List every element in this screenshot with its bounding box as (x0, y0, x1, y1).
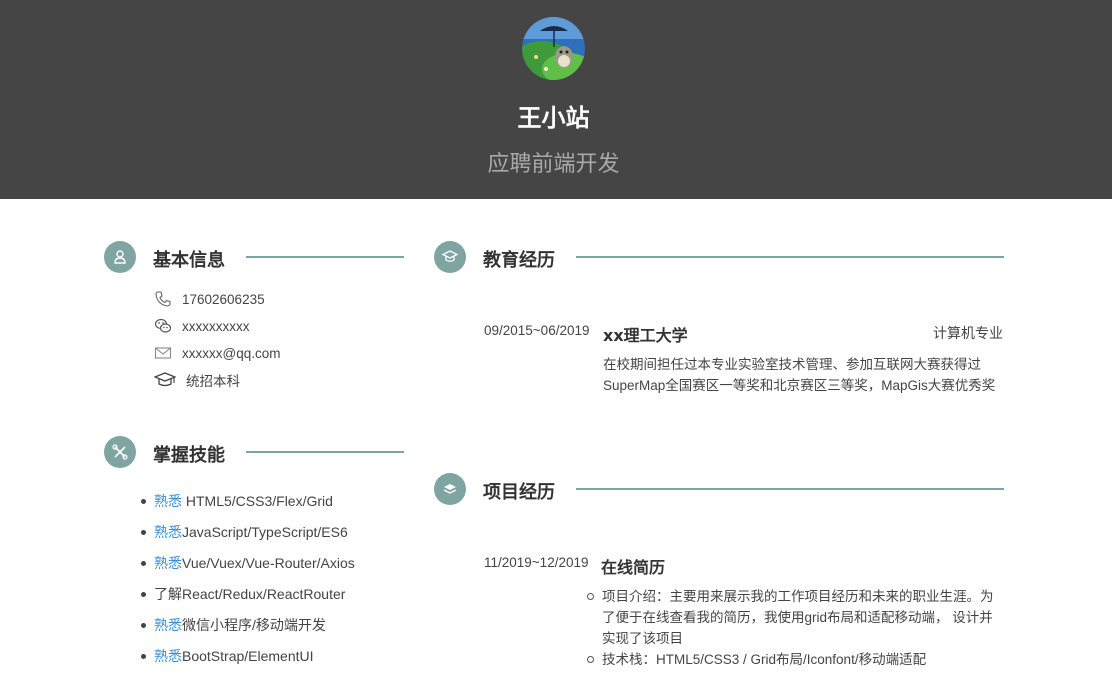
section-divider (246, 451, 404, 453)
user-icon (104, 241, 136, 273)
skill-level: 了解 (154, 586, 182, 602)
skill-item: 熟悉微信小程序/移动端开发 (138, 614, 355, 645)
skill-level: 熟悉 (154, 493, 182, 509)
skill-name: BootStrap/ElementUI (182, 648, 314, 664)
resume-header: 王小站 应聘前端开发 (0, 0, 1112, 199)
skill-name: 微信小程序/移动端开发 (182, 617, 326, 633)
layers-icon (434, 473, 466, 505)
graduation-cap-icon (434, 241, 466, 273)
project-point: 技术栈：HTML5/CSS3 / Grid布局/Iconfont/移动端适配 (587, 649, 1002, 670)
skill-name: HTML5/CSS3/Flex/Grid (182, 493, 333, 509)
section-title-education: 教育经历 (483, 250, 555, 271)
skill-level: 熟悉 (154, 648, 182, 664)
wechat-id: xxxxxxxxxx (182, 318, 250, 334)
phone-icon (154, 290, 172, 308)
project-date: 11/2019~12/2019 (484, 555, 589, 570)
project-point: 项目介绍：主要用来展示我的工作项目经历和未来的职业生涯。为了便于在线查看我的简历… (587, 586, 1002, 649)
skills-list: 熟悉 HTML5/CSS3/Flex/Grid 熟悉JavaScript/Typ… (138, 490, 355, 676)
job-objective: 应聘前端开发 (487, 152, 620, 177)
project-points: 项目介绍：主要用来展示我的工作项目经历和未来的职业生涯。为了便于在线查看我的简历… (587, 586, 1002, 670)
info-email: xxxxxx@qq.com (154, 343, 280, 363)
skill-item: 熟悉Vue/Vuex/Vue-Router/Axios (138, 552, 355, 583)
skill-name: JavaScript/TypeScript/ES6 (182, 524, 348, 540)
skill-level: 熟悉 (154, 524, 182, 540)
section-divider (246, 256, 404, 258)
skill-level: 熟悉 (154, 617, 182, 633)
section-divider (576, 488, 1004, 490)
education-type: 统招本科 (186, 374, 240, 389)
skill-item: 了解React/Redux/ReactRouter (138, 583, 355, 614)
info-wechat: xxxxxxxxxx (154, 316, 250, 336)
phone-number: 17602606235 (182, 291, 265, 307)
school-name: xx理工大学 (603, 326, 688, 345)
tools-icon (104, 436, 136, 468)
graduation-cap-icon (153, 371, 177, 389)
skill-name: Vue/Vuex/Vue-Router/Axios (182, 555, 355, 571)
skill-level: 熟悉 (154, 555, 182, 571)
skill-item: 熟悉JavaScript/TypeScript/ES6 (138, 521, 355, 552)
info-phone: 17602606235 (154, 289, 265, 309)
skill-item: 熟悉 HTML5/CSS3/Flex/Grid (138, 490, 355, 521)
avatar-image (522, 17, 585, 80)
skill-name: React/Redux/ReactRouter (182, 586, 346, 602)
wechat-icon (154, 317, 172, 335)
section-title-basic-info: 基本信息 (153, 250, 225, 271)
mail-icon (154, 344, 172, 362)
info-education-type: 统招本科 (153, 370, 240, 390)
skill-item: 熟悉BootStrap/ElementUI (138, 645, 355, 676)
education-date: 09/2015~06/2019 (484, 323, 590, 338)
project-name: 在线简历 (601, 558, 666, 577)
email-address: xxxxxx@qq.com (182, 345, 281, 361)
section-divider (576, 256, 1004, 258)
section-title-skills: 掌握技能 (153, 445, 225, 466)
section-title-projects: 项目经历 (483, 482, 555, 503)
major-name: 计算机专业 (933, 325, 1003, 341)
education-description: 在校期间担任过本专业实验室技术管理、参加互联网大赛获得过SuperMap全国赛区… (603, 357, 996, 393)
person-name: 王小站 (517, 104, 590, 132)
avatar (522, 17, 585, 80)
